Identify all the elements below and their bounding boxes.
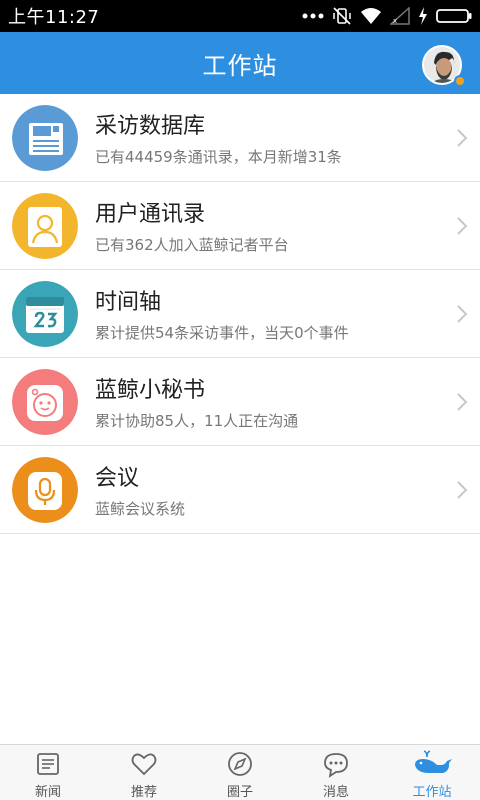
list-item-assistant[interactable]: 蓝鲸小秘书 累计协助85人，11人正在沟通 [0,358,480,446]
database-icon [12,105,78,171]
contacts-icon [12,193,78,259]
list-item-interview-database[interactable]: 采访数据库 已有44459条通讯录，本月新增31条 [0,94,480,182]
signal-icon: x [390,7,410,25]
chevron-right-icon [457,481,468,499]
chevron-right-icon [457,305,468,323]
list-item-subtitle: 已有44459条通讯录，本月新增31条 [95,148,342,166]
tab-news[interactable]: 新闻 [0,745,96,800]
assistant-icon [12,369,78,435]
more-icon [302,13,324,19]
list-item-subtitle: 蓝鲸会议系统 [95,500,186,518]
tab-label: 工作站 [412,785,452,800]
list-item-subtitle: 已有362人加入蓝鲸记者平台 [95,236,289,254]
list-item-user-contacts[interactable]: 用户通讯录 已有362人加入蓝鲸记者平台 [0,182,480,270]
workstation-list: 采访数据库 已有44459条通讯录，本月新增31条 用户通讯录 已有362人加入… [0,94,480,534]
status-bar: 上午11:27 x [0,0,480,32]
tab-label: 圈子 [226,785,253,800]
tab-label: 新闻 [34,785,61,800]
tab-recommend[interactable]: 推荐 [96,745,192,800]
list-item-title: 用户通讯录 [95,202,206,227]
avatar-badge [454,75,466,87]
list-item-title: 蓝鲸小秘书 [95,378,206,403]
bottom-nav: 新闻 推荐 圈子 消息 工作站 [0,744,480,800]
calendar-icon [12,281,78,347]
chat-icon [324,753,348,778]
chevron-right-icon [457,129,468,147]
heart-icon [131,753,157,776]
list-item-timeline[interactable]: 时间轴 累计提供54条采访事件，当天0个事件 [0,270,480,358]
list-item-meeting[interactable]: 会议 蓝鲸会议系统 [0,446,480,534]
chevron-right-icon [457,217,468,235]
title-bar: 工作站 [0,32,480,94]
tab-label: 消息 [322,785,349,800]
page-title: 工作站 [202,51,278,80]
whale-icon [415,750,452,773]
news-icon [37,753,59,775]
list-item-subtitle: 累计协助85人，11人正在沟通 [95,412,299,430]
status-time: 上午11:27 [8,7,100,28]
tab-circle[interactable]: 圈子 [192,745,288,800]
tab-workstation[interactable]: 工作站 [384,745,480,800]
svg-text:x: x [393,17,397,25]
list-item-subtitle: 累计提供54条采访事件，当天0个事件 [95,324,349,342]
status-icons: x [302,6,472,26]
wifi-icon [361,8,381,24]
tab-label: 推荐 [130,785,157,800]
compass-icon [228,752,252,776]
list-item-title: 采访数据库 [95,114,206,139]
charging-icon [419,7,427,25]
list-item-title: 会议 [95,466,140,491]
microphone-icon [12,457,78,523]
tab-messages[interactable]: 消息 [288,745,384,800]
vibrate-off-icon [333,7,351,25]
chevron-right-icon [457,393,468,411]
list-item-title: 时间轴 [95,290,162,315]
battery-icon [436,9,472,23]
